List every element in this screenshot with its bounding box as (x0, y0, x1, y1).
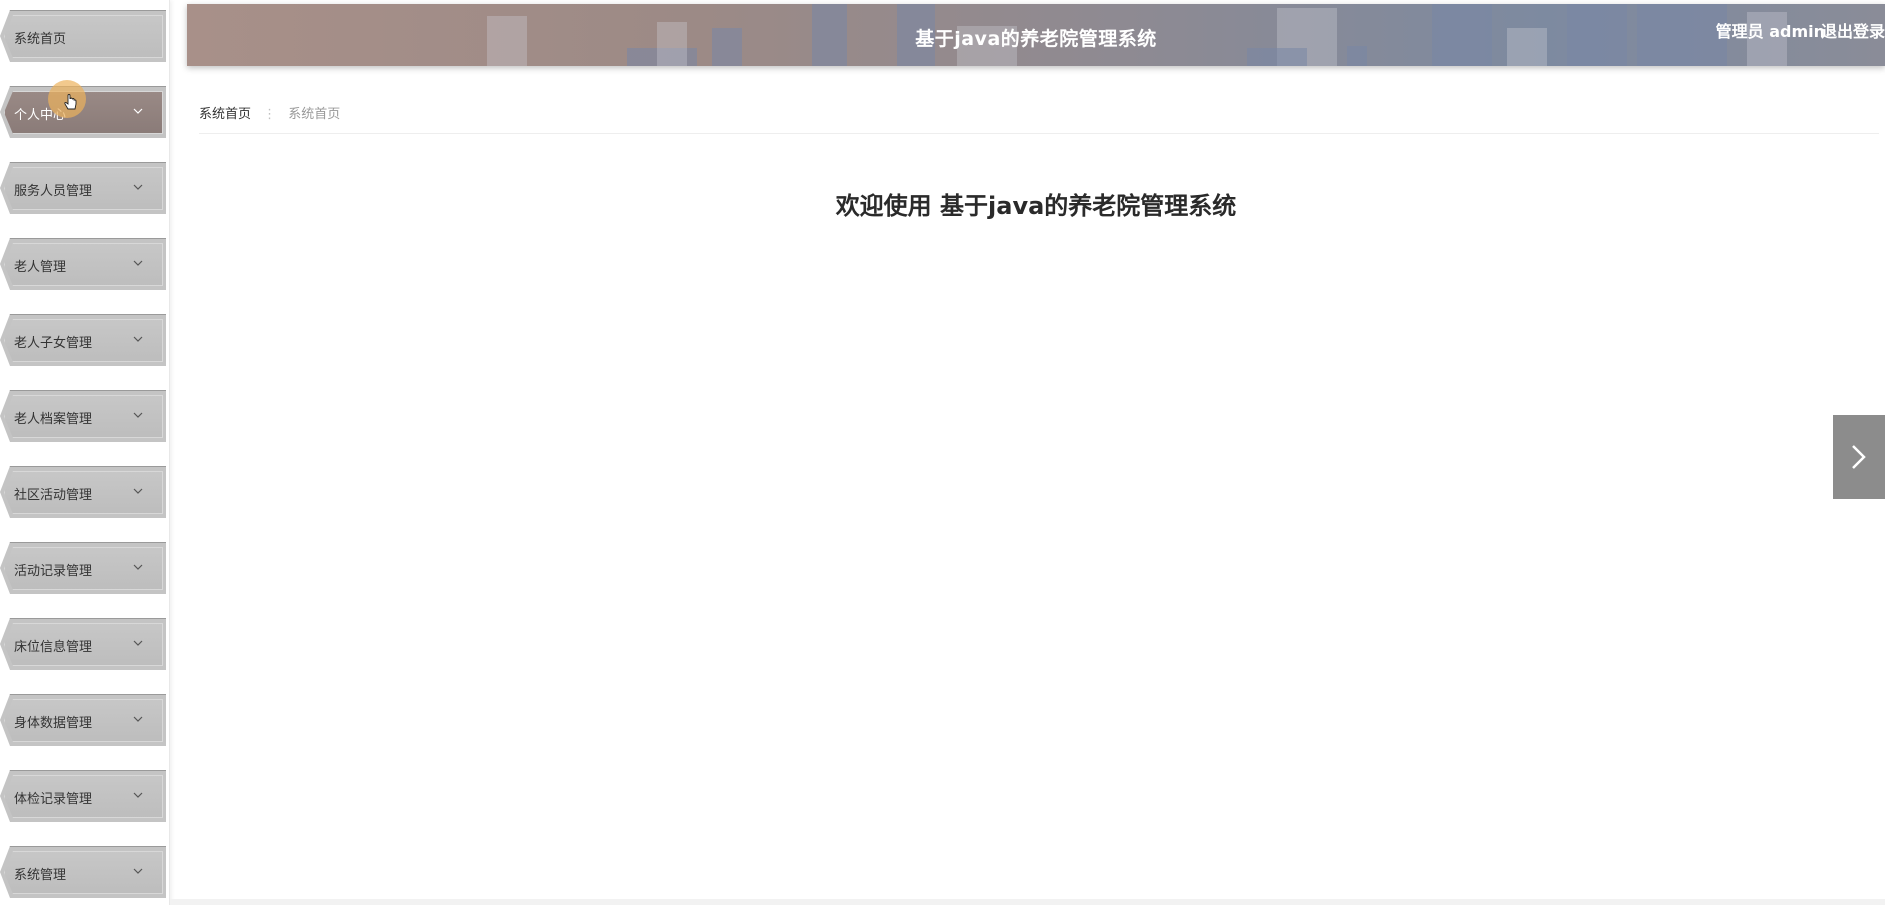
sidebar-item-label: 身体数据管理 (14, 716, 93, 731)
welcome-heading: 欢迎使用 基于java的养老院管理系统 (835, 192, 1237, 220)
breadcrumb-current: 系统首页 (288, 107, 341, 122)
sidebar-item-activity-records[interactable]: 活动记录管理 (0, 542, 166, 594)
breadcrumb-divider (199, 133, 1879, 134)
breadcrumb-separator: ⋮ (263, 107, 277, 122)
sidebar-item-label: 社区活动管理 (14, 488, 93, 503)
sidebar-item-label: 床位信息管理 (14, 640, 93, 655)
chevron-down-icon (133, 716, 143, 722)
sidebar-item-children[interactable]: 老人子女管理 (0, 314, 166, 366)
sidebar-item-label: 系统首页 (14, 32, 67, 47)
bottom-bar (170, 899, 1885, 905)
logout-button[interactable]: 退出登录 (1821, 18, 1885, 42)
sidebar-item-label: 活动记录管理 (14, 564, 93, 579)
chevron-down-icon (133, 640, 143, 646)
hand-cursor-icon (64, 94, 77, 110)
chevron-down-icon (133, 792, 143, 798)
page-title: 基于java的养老院管理系统 (915, 28, 1157, 50)
sidebar-item-staff[interactable]: 服务人员管理 (0, 162, 166, 214)
chevron-down-icon (133, 564, 143, 570)
sidebar-item-body-data[interactable]: 身体数据管理 (0, 694, 166, 746)
chevron-down-icon (133, 868, 143, 874)
sidebar-item-home[interactable]: 系统首页 (0, 10, 166, 62)
chevron-down-icon (133, 108, 143, 114)
sidebar-item-archives[interactable]: 老人档案管理 (0, 390, 166, 442)
sidebar-item-checkup[interactable]: 体检记录管理 (0, 770, 166, 822)
current-user-label: 管理员 admin (1715, 22, 1825, 41)
chevron-down-icon (133, 260, 143, 266)
sidebar-item-label: 系统管理 (14, 868, 67, 883)
chevron-down-icon (133, 488, 143, 494)
breadcrumb: 系统首页 ⋮ 系统首页 (199, 103, 340, 122)
sidebar-item-beds[interactable]: 床位信息管理 (0, 618, 166, 670)
sidebar-item-label: 体检记录管理 (14, 792, 93, 807)
chevron-down-icon (133, 184, 143, 190)
sidebar-item-elderly[interactable]: 老人管理 (0, 238, 166, 290)
sidebar-item-label: 老人子女管理 (14, 336, 93, 351)
breadcrumb-home[interactable]: 系统首页 (199, 107, 251, 122)
sidebar-item-activities[interactable]: 社区活动管理 (0, 466, 166, 518)
sidebar-item-label: 服务人员管理 (14, 184, 93, 199)
sidebar-item-label: 老人档案管理 (14, 412, 93, 427)
chevron-down-icon (133, 336, 143, 342)
sidebar-item-system[interactable]: 系统管理 (0, 846, 166, 898)
chevron-down-icon (133, 412, 143, 418)
sidebar: 系统首页 个人中心 服务人员管理 老人管理 老人子女管理 老人档案管理 社区活动… (0, 0, 170, 905)
chevron-right-icon (1852, 445, 1866, 469)
sidebar-item-label: 老人管理 (14, 260, 67, 275)
top-header: 基于java的养老院管理系统 管理员 admin 退出登录 (187, 4, 1885, 66)
next-panel-button[interactable] (1833, 415, 1885, 499)
